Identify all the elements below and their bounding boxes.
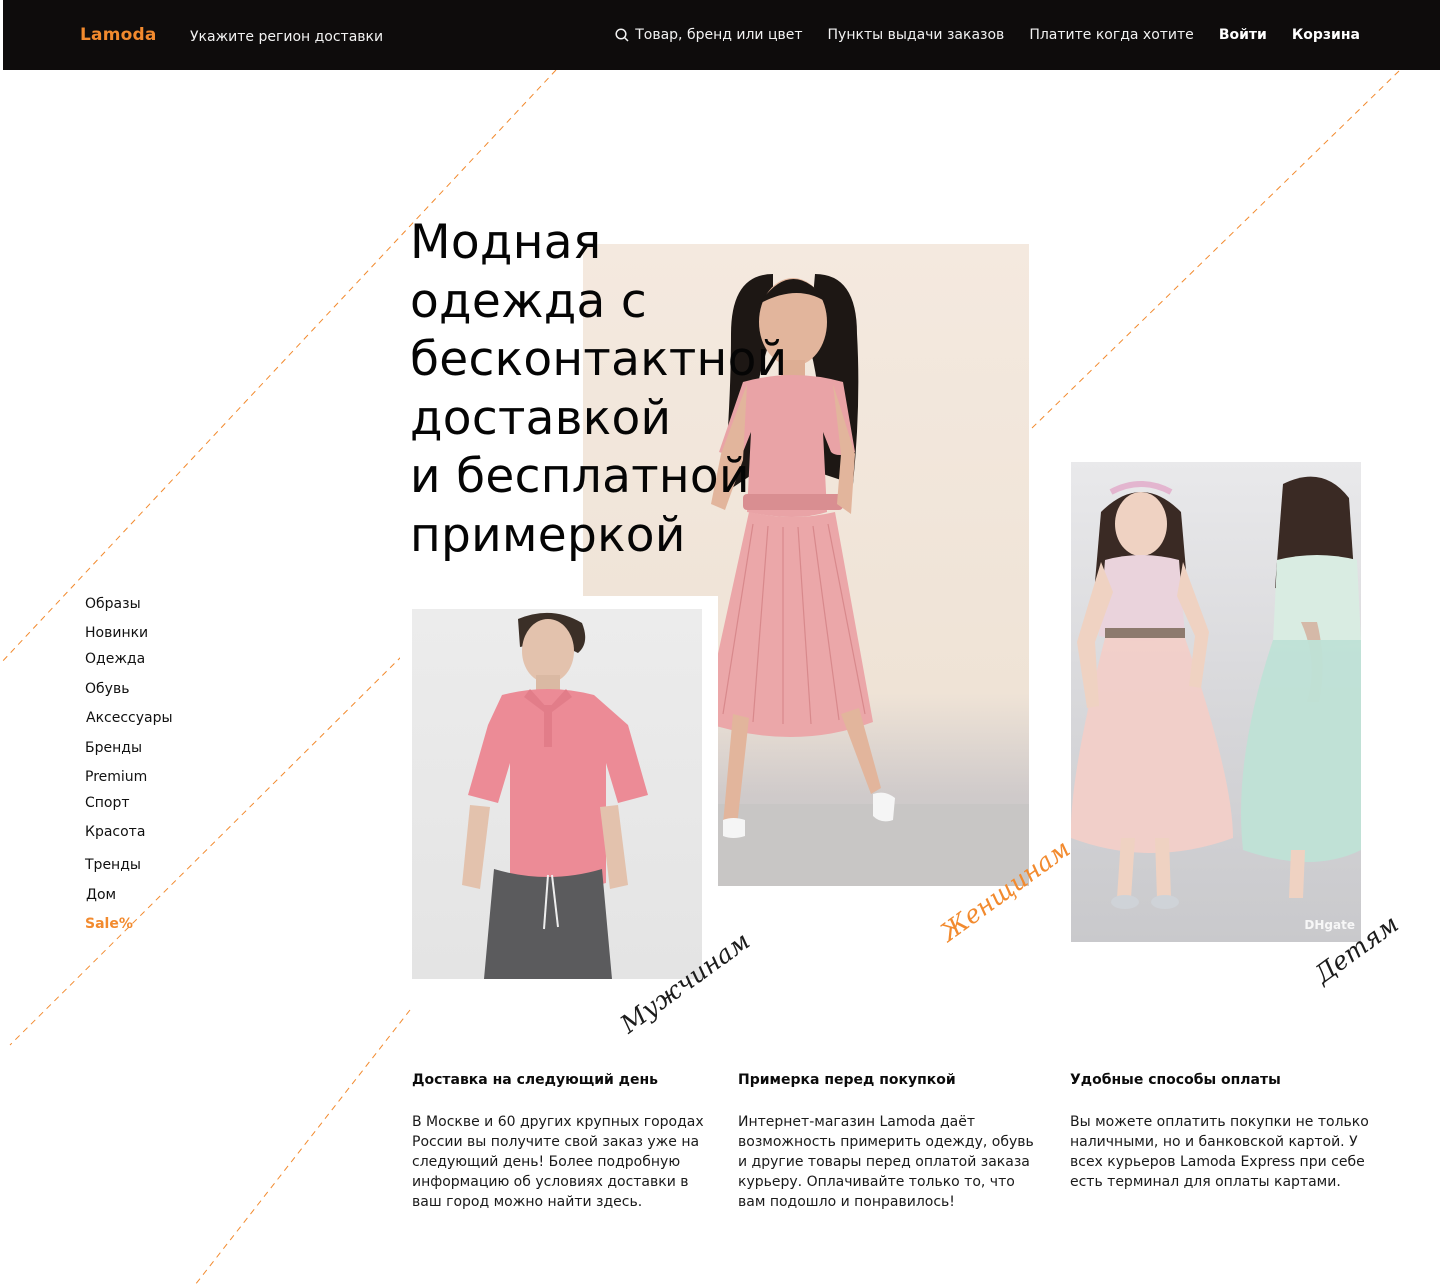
delivery-region-link[interactable]: Укажите регион доставки [190, 29, 383, 45]
menu-item-clothing[interactable]: Одежда [85, 651, 145, 667]
menu-item-looks[interactable]: Образы [85, 596, 141, 612]
feature-try-before-buy: Примерка перед покупкой Интернет-магазин… [738, 1072, 1038, 1212]
menu-item-accessories[interactable]: Аксессуары [86, 710, 173, 726]
menu-item-shoes[interactable]: Обувь [85, 681, 129, 697]
feature-title: Примерка перед покупкой [738, 1072, 956, 1088]
menu-item-sport[interactable]: Спорт [85, 795, 130, 811]
men-category-image[interactable] [412, 609, 702, 979]
feature-text: Вы можете оплатить покупки не только нал… [1070, 1114, 1369, 1190]
feature-text: Интернет-магазин Lamoda даёт возможность… [738, 1114, 1034, 1210]
menu-item-brands[interactable]: Бренды [85, 740, 142, 756]
pickup-points-link[interactable]: Пункты выдачи заказов [828, 27, 1005, 43]
feature-next-day-delivery: Доставка на следующий день В Москве и 60… [412, 1072, 712, 1212]
pay-later-link[interactable]: Платите когда хотите [1029, 27, 1194, 43]
logo[interactable]: Lamoda [80, 25, 157, 45]
header-right-nav: Товар, бренд или цвет Пункты выдачи зака… [615, 27, 1360, 43]
cart-link[interactable]: Корзина [1292, 27, 1360, 43]
menu-item-sale[interactable]: Sale% [85, 916, 133, 932]
search-button[interactable]: Товар, бренд или цвет [615, 27, 803, 43]
menu-item-beauty[interactable]: Красота [85, 824, 145, 840]
menu-item-premium[interactable]: Premium [85, 769, 147, 785]
photo-watermark: DHgate [1304, 918, 1355, 932]
hero-title: Модная одежда с бесконтактной доставкой … [410, 215, 788, 563]
search-icon [615, 28, 629, 42]
menu-item-new[interactable]: Новинки [85, 625, 148, 641]
top-navigation-bar: Lamoda Укажите регион доставки Товар, бр… [3, 0, 1440, 70]
menu-item-trends[interactable]: Тренды [85, 857, 141, 873]
search-label: Товар, бренд или цвет [635, 27, 803, 43]
kids-category-image[interactable]: DHgate [1071, 462, 1361, 942]
feature-title: Удобные способы оплаты [1070, 1072, 1281, 1088]
feature-title: Доставка на следующий день [412, 1072, 659, 1088]
feature-payment-methods: Удобные способы оплаты Вы можете оплатит… [1070, 1072, 1380, 1192]
feature-text: В Москве и 60 других крупных городах Рос… [412, 1114, 704, 1210]
menu-item-home[interactable]: Дом [86, 887, 116, 903]
login-link[interactable]: Войти [1219, 27, 1267, 43]
